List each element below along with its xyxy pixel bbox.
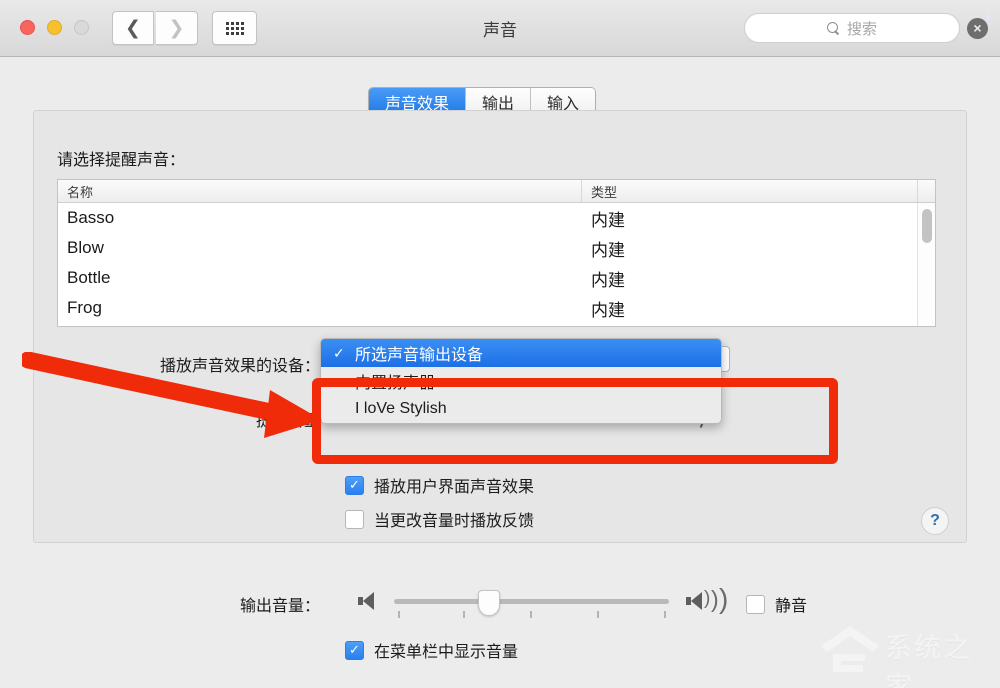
column-header-name[interactable]: 名称 [58,180,582,202]
mute-checkbox[interactable]: 静音 [746,592,807,616]
cell-type: 内建 [591,300,625,320]
arrow-right-icon [22,352,322,438]
cell-name: Basso [67,208,115,227]
speaker-icon [358,592,374,610]
slider-tick [398,611,400,618]
checkbox-label: 播放用户界面声音效果 [374,479,535,496]
select-alert-sound-label: 请选择提醒声音： [57,152,186,169]
checkbox-label: 当更改音量时播放反馈 [374,513,535,530]
checkbox-label: 在菜单栏中显示音量 [374,644,519,661]
table-row[interactable]: Frog 内建 [58,293,935,323]
checkbox-icon[interactable] [746,594,765,614]
table-scrollbar[interactable] [917,203,935,326]
table-row[interactable]: Bottle 内建 [58,263,935,293]
watermark-subtext: XITONGZHIJIA.NET [881,658,998,670]
menu-item-label: 所选声音输出设备 [355,347,484,364]
play-ui-sound-effects-checkbox[interactable]: ✓ 播放用户界面声音效果 [345,473,534,497]
search-input[interactable]: 搜索 [744,13,960,43]
table-row[interactable]: Basso 内建 [58,203,935,233]
speaker-waves-icon: ) ) ) [686,583,728,614]
output-volume-slider[interactable] [394,599,669,604]
cell-type: 内建 [591,210,625,230]
menu-item-i-love-stylish[interactable]: I loVe Stylish [321,395,721,423]
scrollbar-thumb[interactable] [922,209,932,243]
show-volume-in-menubar-checkbox[interactable]: ✓ 在菜单栏中显示音量 [345,638,518,662]
checkbox-icon[interactable] [345,509,364,529]
slider-tick [530,611,532,618]
sound-preferences-window: ❮ ❯ 声音 搜索 × 声音效果 输出 输入 请选择提醒声音： 名称 类型 Ba… [0,0,1000,688]
device-popup-menu[interactable]: ✓ 所选声音输出设备 内置扬声器 I loVe Stylish [320,338,722,424]
cell-name: Blow [67,238,104,257]
checkbox-icon[interactable]: ✓ [345,640,364,660]
cell-name: Frog [67,298,102,317]
slider-tick [597,611,599,618]
checkbox-label: 静音 [775,598,808,615]
slider-tick [664,611,666,618]
menu-item-selected-output-device[interactable]: ✓ 所选声音输出设备 [321,339,721,367]
window-titlebar: ❮ ❯ 声音 搜索 × [0,0,1000,57]
cell-type: 内建 [591,270,625,290]
table-row[interactable]: Blow 内建 [58,233,935,263]
cell-type: 内建 [591,240,625,260]
menu-item-internal-speakers[interactable]: 内置扬声器 [321,367,721,395]
column-header-type[interactable]: 类型 [582,180,918,202]
search-icon [826,21,840,35]
menu-item-label: 内置扬声器 [355,375,436,392]
column-header-spacer [918,180,935,202]
alert-sound-table[interactable]: 名称 类型 Basso 内建 Blow 内建 Bottle 内建 Frog 内建 [57,179,936,327]
slider-thumb[interactable] [478,590,500,616]
search-placeholder: 搜索 [846,20,877,38]
output-volume-row: ) ) ) [328,583,748,626]
menu-item-label: I loVe Stylish [355,400,447,417]
search-area: 搜索 × [744,12,988,44]
watermark-text: 系统之家 [885,633,972,688]
watermark: 系统之家 XITONGZHIJIA.NET [819,620,997,688]
play-feedback-on-volume-change-checkbox[interactable]: 当更改音量时播放反馈 [345,507,534,531]
help-button[interactable]: ? [921,507,949,535]
watermark-logo-icon [821,626,879,672]
checkbox-icon[interactable]: ✓ [345,475,364,495]
slider-tick [463,611,465,618]
chevron-updown-icon: ▲ ▼ [984,4,993,23]
table-header-row: 名称 类型 [58,180,935,203]
output-volume-label: 输出音量： [239,598,320,615]
cell-name: Bottle [67,268,111,287]
